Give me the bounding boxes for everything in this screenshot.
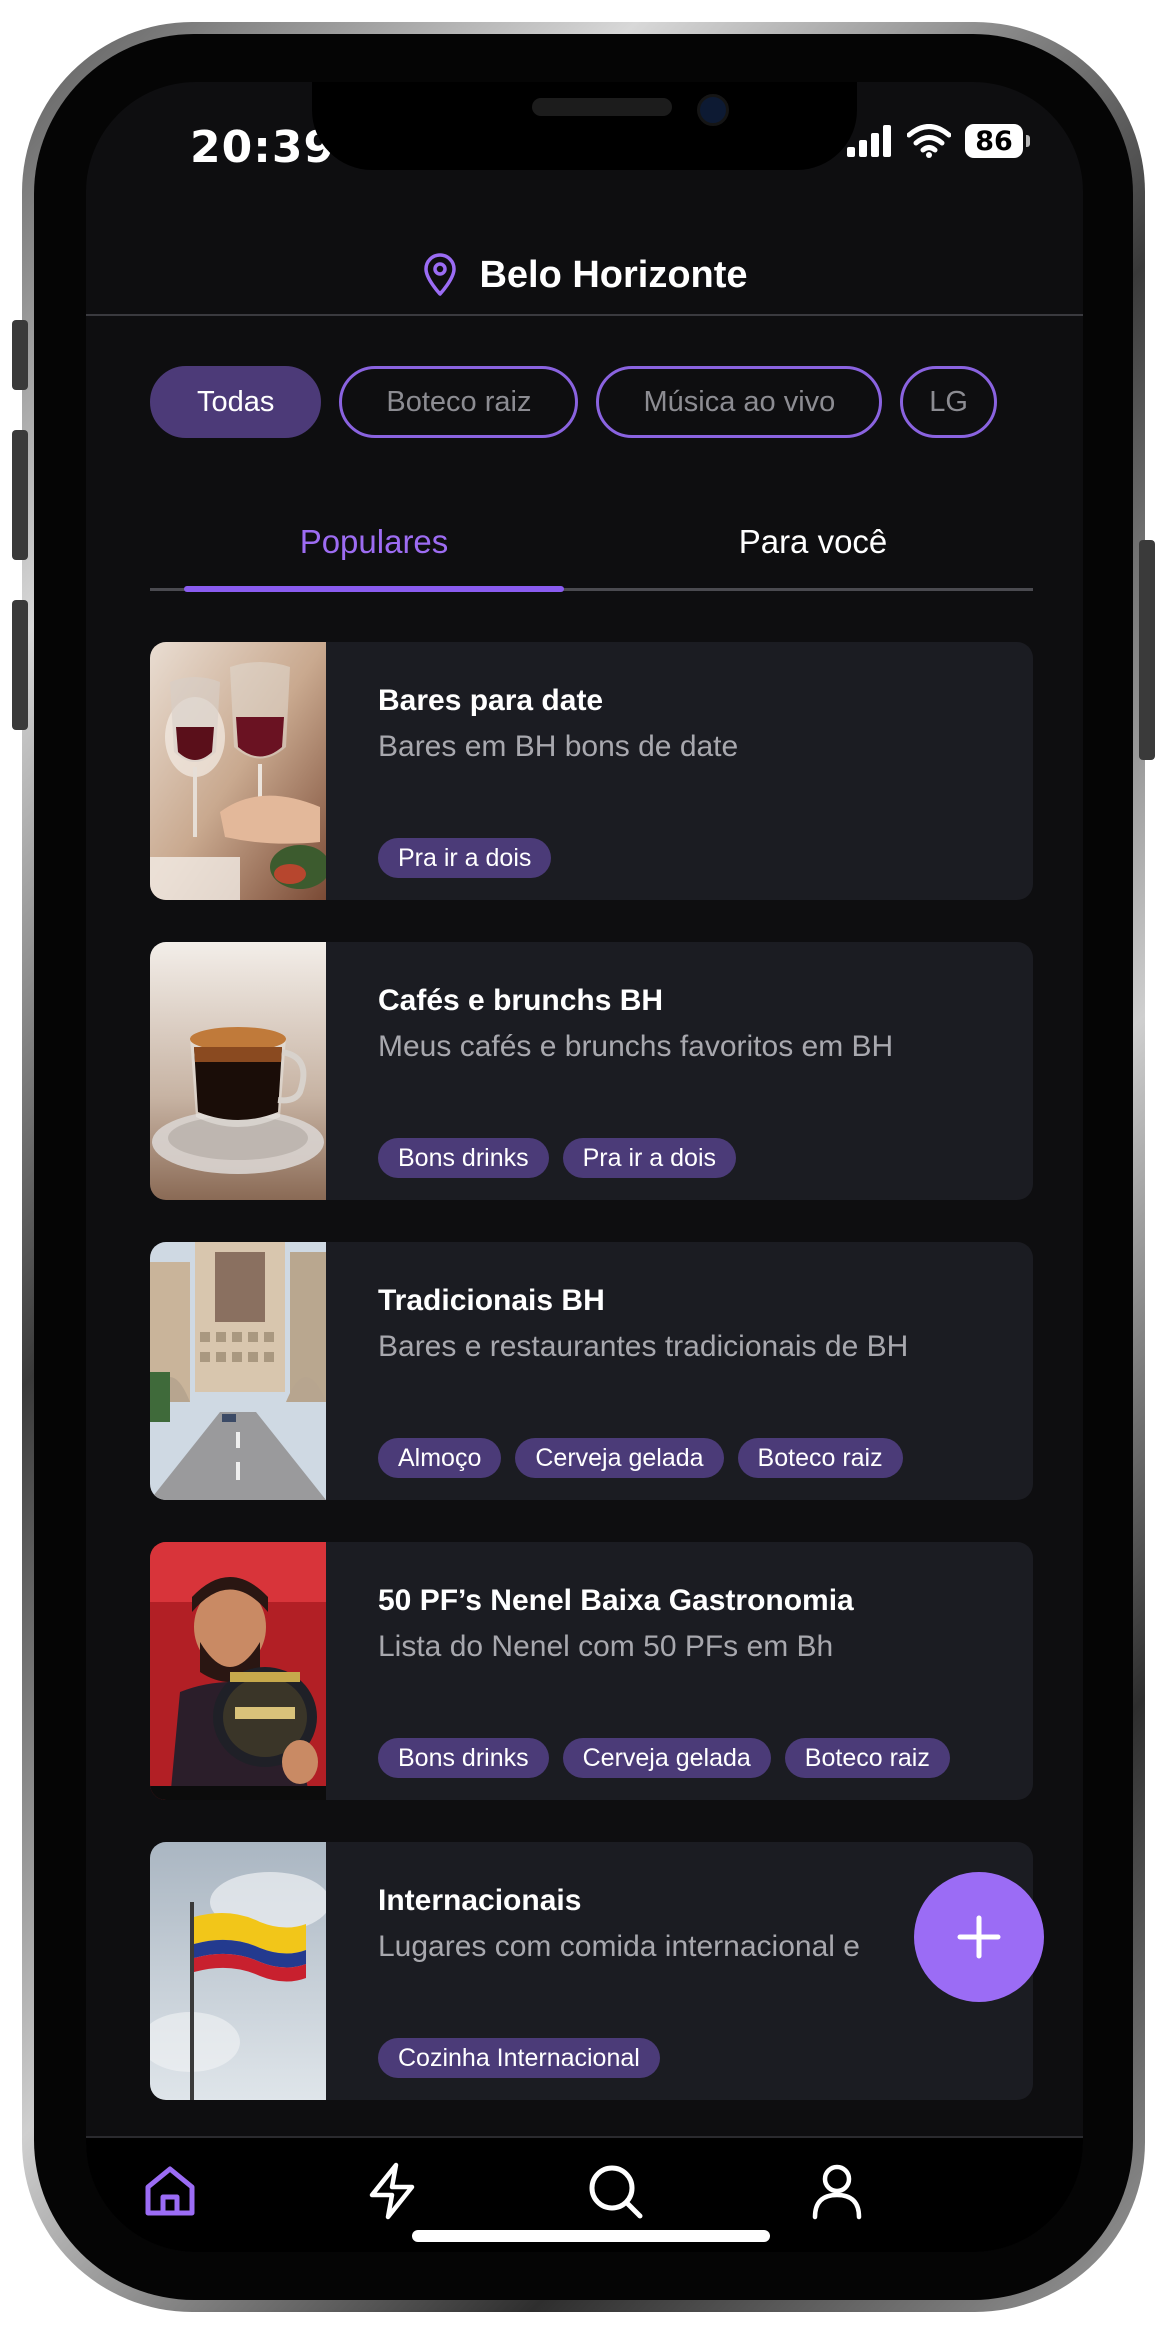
list-card[interactable]: Bares para date Bares em BH bons de date… [150,642,1033,900]
category-chips: Todas Boteco raiz Música ao vivo LG [150,366,1033,442]
home-indicator[interactable] [412,2230,770,2242]
tab-para-voce[interactable]: Para você [593,502,1033,582]
app-screen: 20:39 86 Belo Horizonte Todas Boteco raiz… [86,82,1083,2252]
nav-home[interactable] [115,2136,225,2246]
mute-switch [12,320,28,390]
location-header[interactable]: Belo Horizonte [86,232,1083,318]
map-pin-icon [424,253,457,296]
list-description: Bares em BH bons de date [378,730,739,763]
status-icons: 86 [847,124,1030,158]
bottom-nav-divider [86,2136,1083,2138]
tag: Pra ir a dois [378,838,552,878]
list-tags: Cozinha Internacional [378,2038,660,2078]
tag: Almoço [378,1438,502,1478]
list-tags: Bons drinks Cerveja gelada Boteco raiz [378,1738,950,1778]
volume-down-button [12,600,28,730]
list-tags: Bons drinks Pra ir a dois [378,1138,737,1178]
list-title: Bares para date [378,684,604,717]
front-camera [697,94,729,126]
notch [312,82,857,170]
chip-lg[interactable]: LG [900,366,997,438]
tag: Boteco raiz [737,1438,903,1478]
status-time: 20:39 [190,122,336,173]
volume-up-button [12,430,28,560]
list-description: Lugares com comida internacional e [378,1930,860,1963]
signal-icon [847,125,891,157]
lists-feed[interactable]: Bares para date Bares em BH bons de date… [150,642,1033,2136]
tag: Cerveja gelada [562,1738,771,1778]
tag: Boteco raiz [784,1738,950,1778]
list-thumbnail-wine-glasses [150,642,326,900]
list-description: Bares e restaurantes tradicionais de BH [378,1330,909,1363]
speaker [532,98,672,116]
search-icon [589,2165,643,2219]
list-title: 50 PF’s Nenel Baixa Gastronomia [378,1584,854,1617]
chip-musica-ao-vivo[interactable]: Música ao vivo [596,366,883,438]
list-title: Tradicionais BH [378,1284,605,1317]
plus-icon [957,1915,1001,1959]
add-list-button[interactable] [914,1872,1044,2002]
home-icon [145,2166,195,2216]
user-icon [812,2164,862,2220]
city-name: Belo Horizonte [479,253,748,296]
nav-profile[interactable] [782,2136,892,2246]
active-tab-indicator [184,586,564,592]
list-card[interactable]: Cafés e brunchs BH Meus cafés e brunchs … [150,942,1033,1200]
list-description: Lista do Nenel com 50 PFs em Bh [378,1630,834,1663]
list-card[interactable]: Tradicionais BH Bares e restaurantes tra… [150,1242,1033,1500]
tag: Pra ir a dois [562,1138,737,1178]
power-button [1139,540,1155,760]
wifi-icon [907,124,951,158]
list-description: Meus cafés e brunchs favoritos em BH [378,1030,894,1063]
tag: Bons drinks [378,1738,549,1778]
tag: Bons drinks [378,1138,549,1178]
list-tags: Almoço Cerveja gelada Boteco raiz [378,1438,903,1478]
tab-populares[interactable]: Populares [184,502,564,582]
lightning-icon [369,2162,415,2220]
list-card[interactable]: 50 PF’s Nenel Baixa Gastronomia Lista do… [150,1542,1033,1800]
list-thumbnail-flag [150,1842,326,2100]
battery-icon: 86 [965,124,1030,158]
header-divider [86,314,1083,316]
list-thumbnail-city-street [150,1242,326,1500]
list-title: Cafés e brunchs BH [378,984,664,1017]
list-title: Internacionais [378,1884,582,1917]
list-thumbnail-chef-award [150,1542,326,1800]
list-card[interactable]: Internacionais Lugares com comida intern… [150,1842,1033,2100]
tag: Cozinha Internacional [378,2038,660,2078]
list-thumbnail-espresso [150,942,326,1200]
tag: Cerveja gelada [515,1438,724,1478]
chip-todas[interactable]: Todas [150,366,322,438]
list-tags: Pra ir a dois [378,838,552,878]
list-tabs: Populares Para você [150,502,1033,592]
chip-boteco-raiz[interactable]: Boteco raiz [339,366,579,438]
